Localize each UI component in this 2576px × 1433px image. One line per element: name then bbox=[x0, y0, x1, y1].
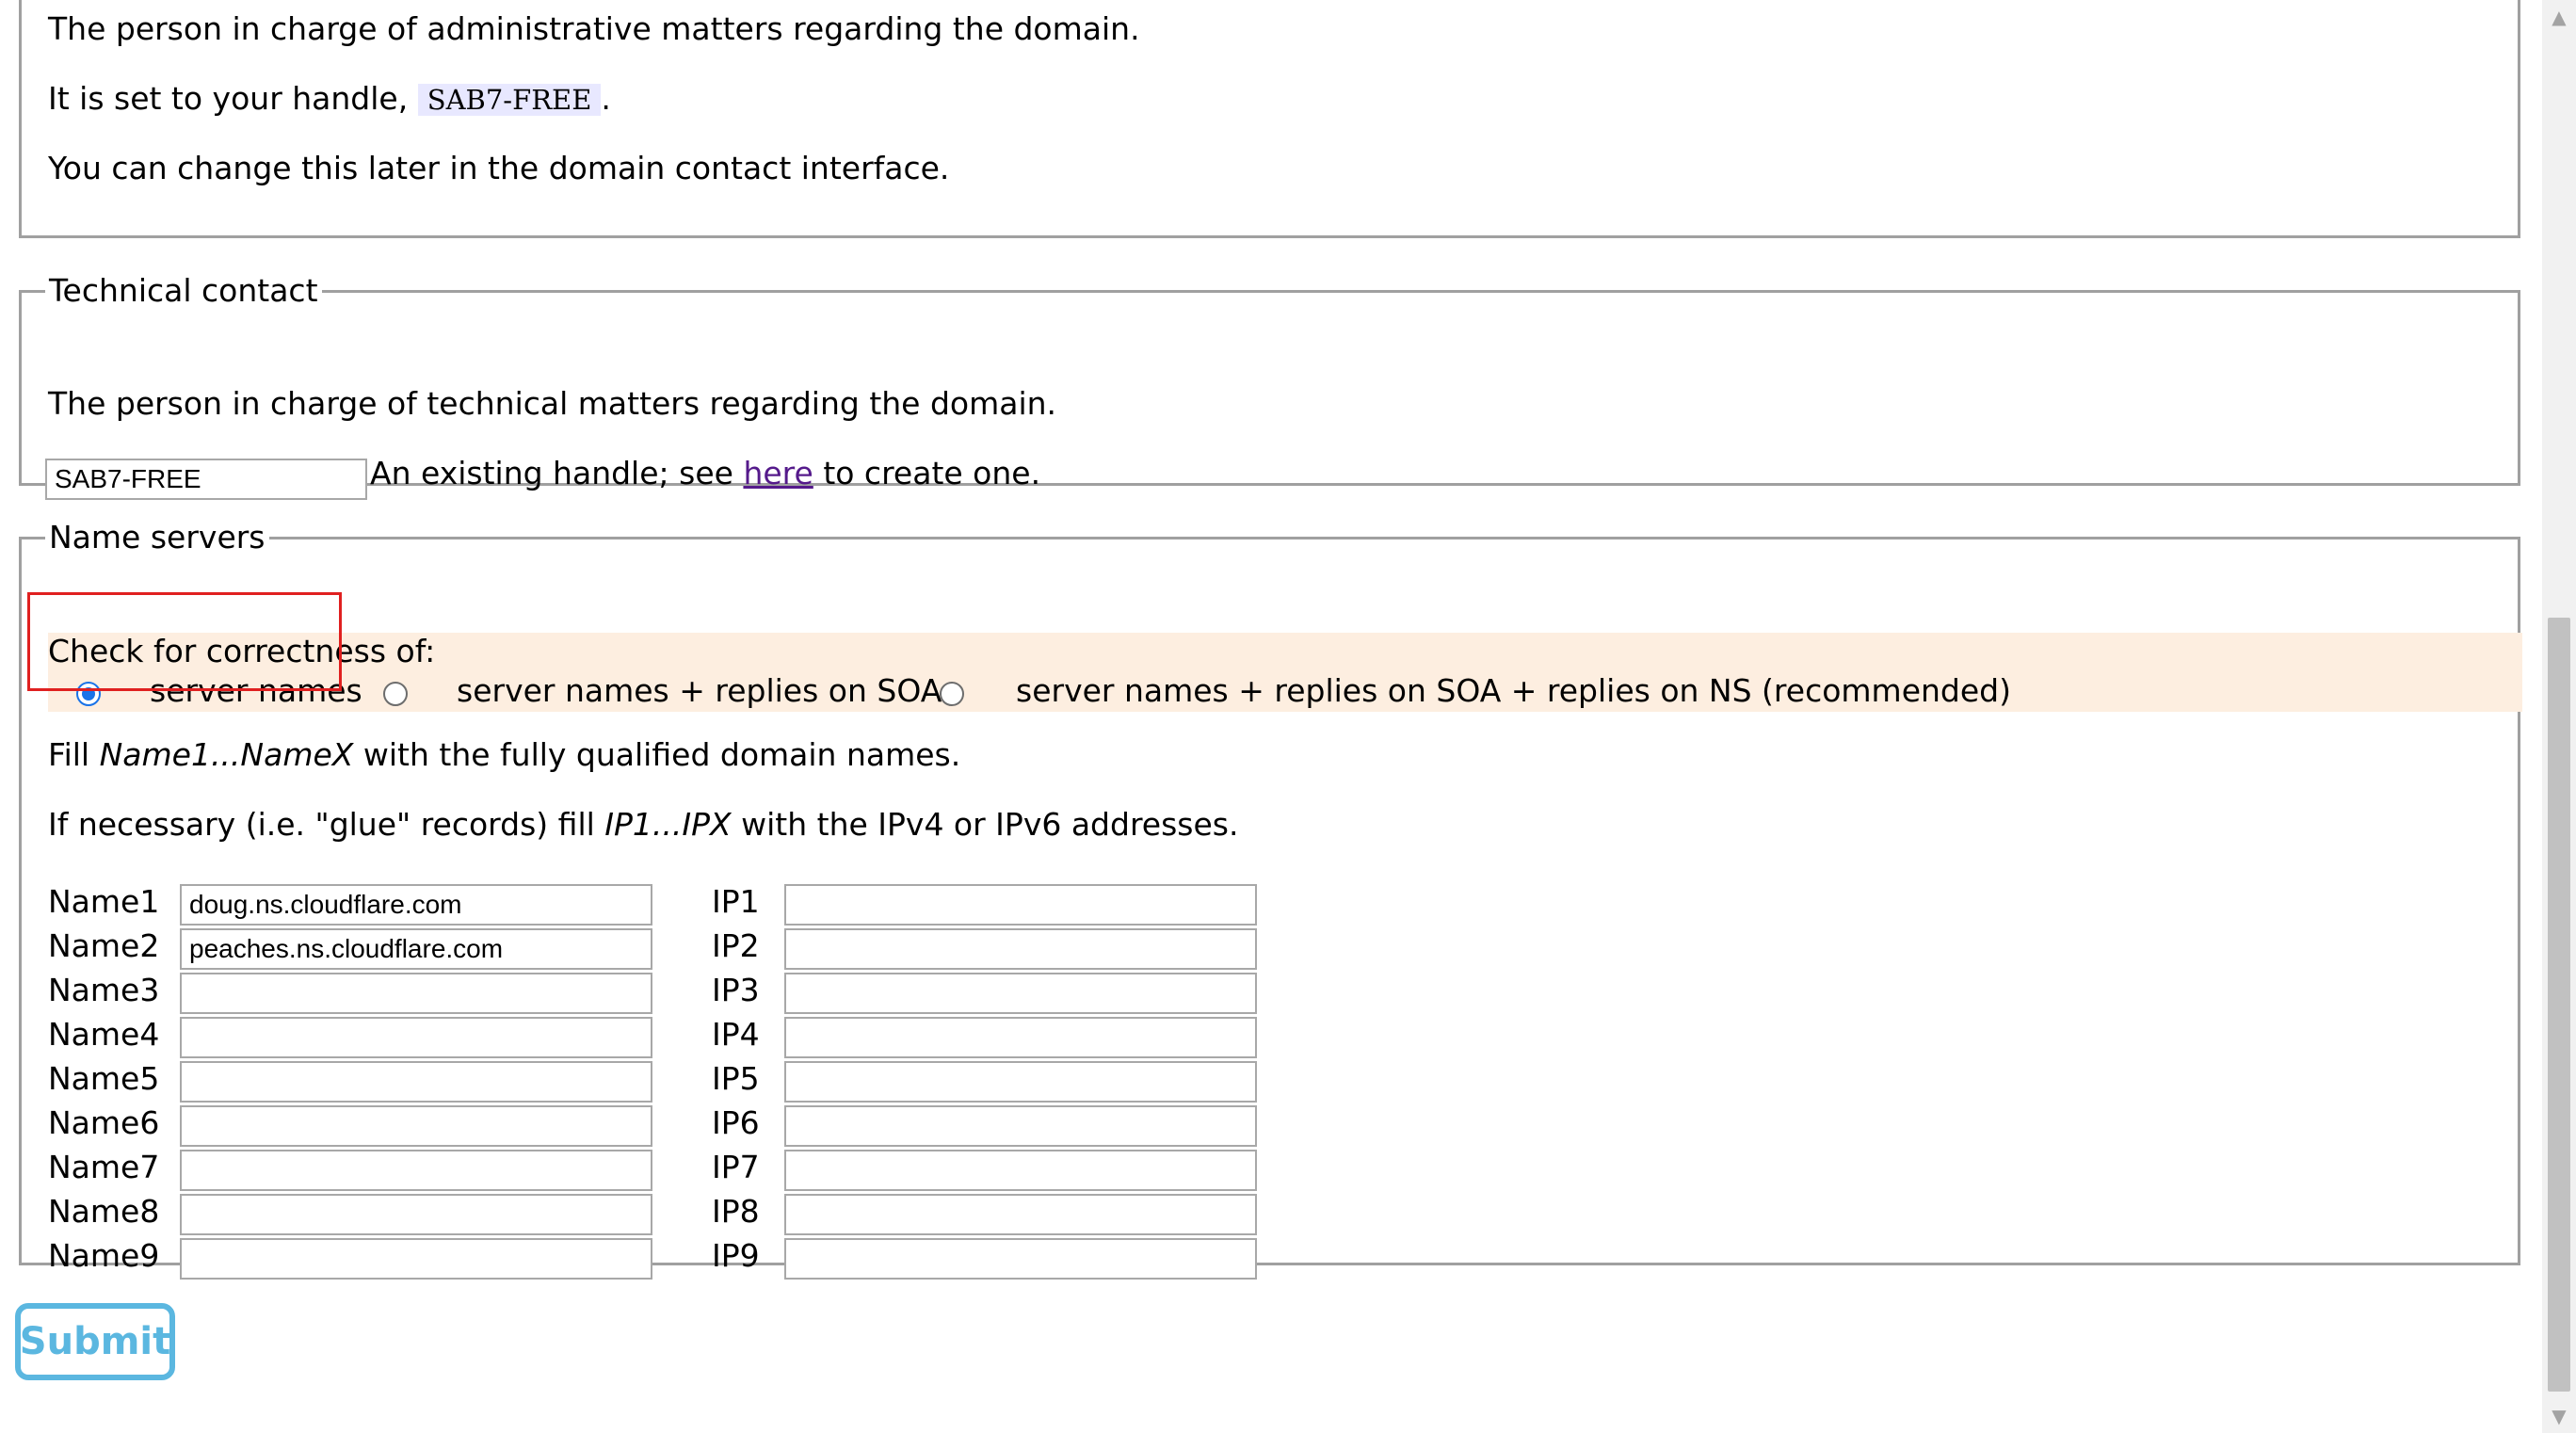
name-servers-legend: Name servers bbox=[49, 519, 266, 555]
domain-registration-form: The person in charge of administrative m… bbox=[0, 0, 2542, 1433]
fill-names-instruction: Fill Name1...NameX with the fully qualif… bbox=[48, 736, 960, 773]
technical-contact-fieldset: Technical contact The person in charge o… bbox=[19, 272, 2520, 500]
name-label: Name8 bbox=[48, 1193, 160, 1230]
admin-contact-fieldset: The person in charge of administrative m… bbox=[19, 0, 2520, 238]
admin-contact-description: The person in charge of administrative m… bbox=[48, 10, 1140, 47]
create-handle-link[interactable]: here bbox=[743, 455, 813, 491]
name3-input[interactable] bbox=[180, 973, 652, 1014]
ip-label: IP1 bbox=[712, 883, 760, 920]
radio-soa[interactable] bbox=[383, 682, 408, 706]
name-label: Name9 bbox=[48, 1237, 160, 1274]
ip-label: IP4 bbox=[712, 1016, 760, 1053]
ip-label: IP2 bbox=[712, 927, 760, 964]
name-label: Name5 bbox=[48, 1060, 160, 1097]
admin-contact-handle-line: It is set to your handle, SAB7-FREE. bbox=[48, 80, 611, 117]
ip-label: IP6 bbox=[712, 1104, 760, 1141]
ip8-input[interactable] bbox=[784, 1194, 1257, 1235]
radio-label-soa[interactable]: server names + replies on SOA bbox=[457, 672, 942, 709]
ip3-input[interactable] bbox=[784, 973, 1257, 1014]
name7-input[interactable] bbox=[180, 1150, 652, 1191]
technical-contact-help: An existing handle; see here to create o… bbox=[370, 455, 1040, 491]
vertical-scrollbar[interactable]: ▲ ▼ bbox=[2542, 0, 2576, 1433]
ip9-input[interactable] bbox=[784, 1238, 1257, 1280]
name1-input[interactable] bbox=[180, 884, 652, 926]
technical-help-prefix: An existing handle; see bbox=[370, 455, 733, 491]
fill-suffix: with the fully qualified domain names. bbox=[362, 736, 961, 773]
radio-soa-ns[interactable] bbox=[940, 682, 964, 706]
scrollbar-thumb[interactable] bbox=[2548, 618, 2570, 1392]
admin-contact-change-note: You can change this later in the domain … bbox=[48, 150, 950, 186]
admin-handle-chip: SAB7-FREE bbox=[417, 84, 602, 116]
scroll-up-arrow-icon[interactable]: ▲ bbox=[2542, 0, 2576, 34]
name-label: Name2 bbox=[48, 927, 160, 964]
name-label: Name3 bbox=[48, 972, 160, 1008]
name9-input[interactable] bbox=[180, 1238, 652, 1280]
glue-prefix: If necessary (i.e. "glue" records) fill bbox=[48, 806, 595, 843]
name-servers-fieldset: Name servers Check for correctness of: s… bbox=[19, 519, 2522, 1280]
name-label: Name4 bbox=[48, 1016, 160, 1053]
ip-label: IP8 bbox=[712, 1193, 760, 1230]
ip-label: IP5 bbox=[712, 1060, 760, 1097]
ip5-input[interactable] bbox=[784, 1061, 1257, 1103]
radio-label-soa-ns[interactable]: server names + replies on SOA + replies … bbox=[1016, 672, 2011, 709]
glue-em: IP1...IPX bbox=[604, 806, 732, 843]
scroll-down-arrow-icon[interactable]: ▼ bbox=[2542, 1399, 2576, 1433]
technical-contact-legend: Technical contact bbox=[49, 272, 318, 309]
ip7-input[interactable] bbox=[784, 1150, 1257, 1191]
ip1-input[interactable] bbox=[784, 884, 1257, 926]
highlight-box bbox=[27, 592, 342, 691]
admin-handle-prefix: It is set to your handle, bbox=[48, 80, 409, 117]
name5-input[interactable] bbox=[180, 1061, 652, 1103]
name-label: Name1 bbox=[48, 883, 160, 920]
ip2-input[interactable] bbox=[784, 928, 1257, 970]
fill-names-em: Name1...NameX bbox=[99, 736, 354, 773]
technical-contact-handle-input[interactable] bbox=[45, 459, 367, 500]
glue-suffix: with the IPv4 or IPv6 addresses. bbox=[741, 806, 1239, 843]
name4-input[interactable] bbox=[180, 1017, 652, 1058]
ip6-input[interactable] bbox=[784, 1105, 1257, 1147]
name8-input[interactable] bbox=[180, 1194, 652, 1235]
ip-label: IP7 bbox=[712, 1149, 760, 1185]
glue-instruction: If necessary (i.e. "glue" records) fill … bbox=[48, 806, 1238, 843]
ip-label: IP9 bbox=[712, 1237, 760, 1274]
name-label: Name6 bbox=[48, 1104, 160, 1141]
name6-input[interactable] bbox=[180, 1105, 652, 1147]
submit-button[interactable]: Submit bbox=[15, 1303, 175, 1380]
admin-handle-suffix: . bbox=[601, 80, 611, 117]
check-correctness-group: Check for correctness of: server names s… bbox=[48, 633, 2522, 712]
fill-prefix: Fill bbox=[48, 736, 90, 773]
technical-help-suffix: to create one. bbox=[823, 455, 1041, 491]
ip-label: IP3 bbox=[712, 972, 760, 1008]
name-label: Name7 bbox=[48, 1149, 160, 1185]
ip4-input[interactable] bbox=[784, 1017, 1257, 1058]
technical-contact-description: The person in charge of technical matter… bbox=[48, 385, 1057, 422]
name2-input[interactable] bbox=[180, 928, 652, 970]
